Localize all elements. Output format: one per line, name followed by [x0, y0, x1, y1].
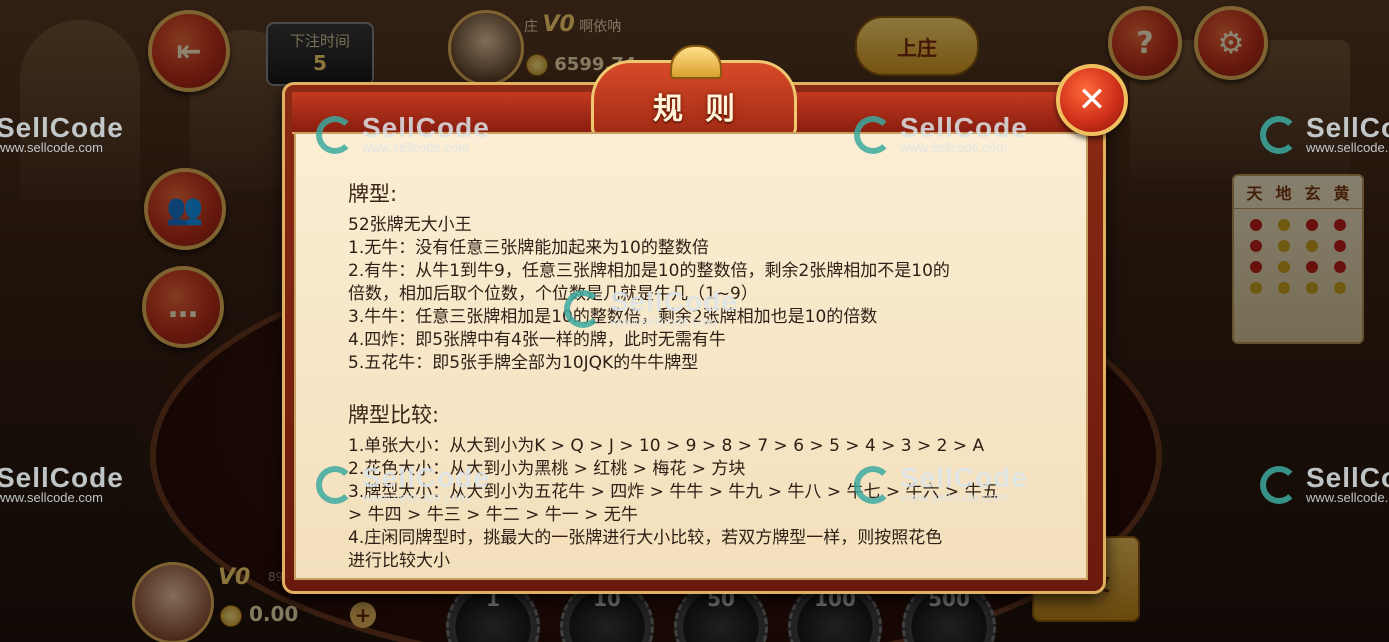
watermark: SellCode www.sellcode.com — [316, 112, 490, 155]
close-button[interactable]: ✕ — [1056, 64, 1128, 136]
sellcode-logo-icon — [854, 116, 892, 154]
rules-line: 5.五花牛：即5张手牌全部为10JQK的牛牛牌型 — [348, 353, 699, 373]
watermark: SellCode www.sellcode.com — [0, 462, 124, 505]
dialog-title-plaque: 规则 — [591, 45, 797, 138]
section-title-comparison: 牌型比较: — [348, 403, 440, 427]
rules-line: 4.庄闲同牌型时，挑最大的一张牌进行大小比较，若双方牌型一样，则按照花色 — [348, 528, 943, 548]
watermark: SellCode www.sellcode.com — [1260, 112, 1389, 155]
rules-text: 牌型: 52张牌无大小王 1.无牛：没有任意三张牌能加起来为10的整数倍 2.有… — [348, 178, 1086, 573]
dialog-title: 规则 — [653, 92, 757, 127]
rules-line: 52张牌无大小王 — [348, 215, 472, 235]
rules-line: 1.单张大小：从大到小为K > Q > J > 10 > 9 > 8 > 7 >… — [348, 436, 985, 456]
rules-line: 进行比较大小 — [348, 551, 450, 571]
watermark: SellCode www.sellcode.com — [564, 286, 738, 329]
watermark: SellCode www.sellcode.com — [1260, 462, 1389, 505]
rules-dialog: 规则 牌型: 52张牌无大小王 1.无牛：没有任意三张牌能加起来为10的整数倍 … — [282, 45, 1106, 594]
sellcode-logo-icon — [1260, 466, 1298, 504]
watermark: SellCode www.sellcode.com — [854, 112, 1028, 155]
section-title-card-types: 牌型: — [348, 182, 398, 206]
close-icon: ✕ — [1077, 80, 1107, 120]
rules-line: > 牛四 > 牛三 > 牛二 > 牛一 > 无牛 — [348, 505, 638, 525]
sellcode-logo-icon — [564, 290, 602, 328]
game-scene: ⇤ 👥 … 下注时间 5 庄 V0 啊依呐 6599.74 上庄 ? ⚙ 天 地… — [0, 0, 1389, 642]
rules-line: 4.四炸：即5张牌中有4张一样的牌，此时无需有牛 — [348, 330, 726, 350]
rules-content-panel[interactable]: 牌型: 52张牌无大小王 1.无牛：没有任意三张牌能加起来为10的整数倍 2.有… — [294, 132, 1088, 580]
watermark: SellCode www.sellcode.com — [316, 462, 490, 505]
sellcode-logo-icon — [316, 116, 354, 154]
watermark: SellCode www.sellcode.com — [0, 112, 124, 155]
sellcode-logo-icon — [316, 466, 354, 504]
watermark: SellCode www.sellcode.com — [854, 462, 1028, 505]
rules-line: 1.无牛：没有任意三张牌能加起来为10的整数倍 — [348, 238, 709, 258]
rules-line: 2.有牛：从牛1到牛9，任意三张牌相加是10的整数倍，剩余2张牌相加不是10的 — [348, 261, 950, 281]
sellcode-logo-icon — [854, 466, 892, 504]
sellcode-logo-icon — [1260, 116, 1298, 154]
